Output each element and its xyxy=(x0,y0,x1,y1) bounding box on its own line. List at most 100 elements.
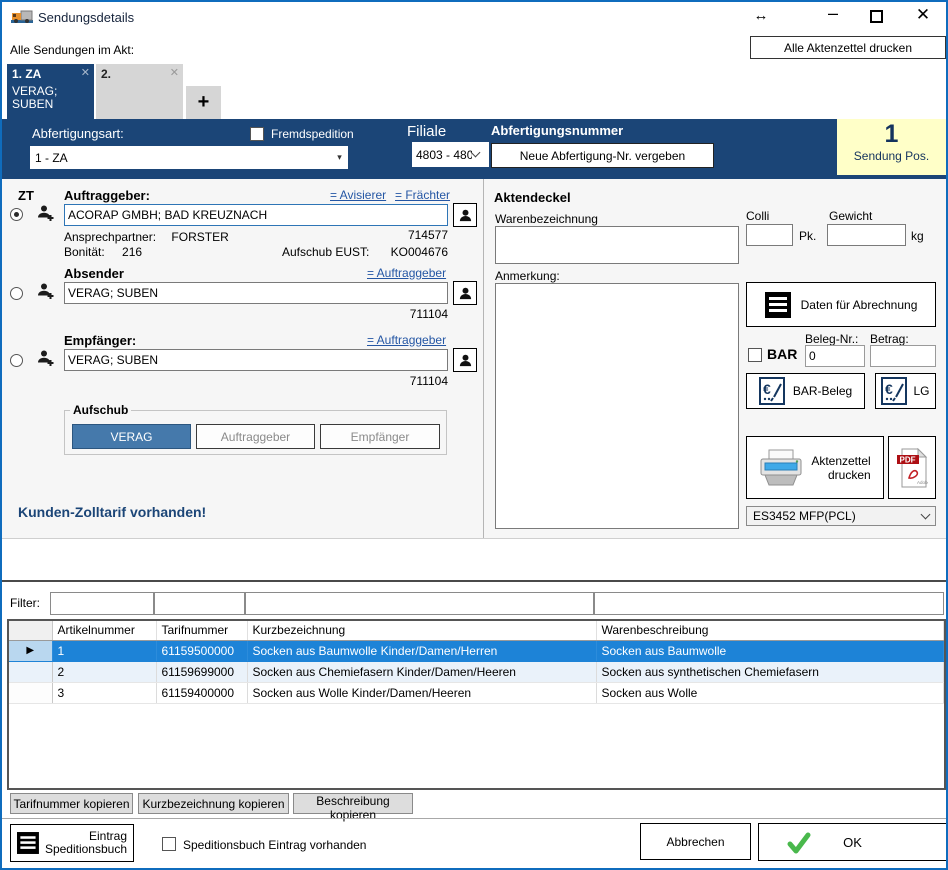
betrag-label: Betrag: xyxy=(870,332,909,346)
bar-checkbox[interactable] xyxy=(748,348,762,362)
lg-button[interactable]: € LG xyxy=(875,373,936,409)
speditionsbuch-checkbox[interactable] xyxy=(162,837,176,851)
column-header-tarifnummer[interactable]: Tarifnummer xyxy=(156,621,247,640)
colli-label: Colli xyxy=(746,209,769,223)
minimize-button[interactable]: – xyxy=(822,3,844,24)
cancel-button[interactable]: Abbrechen xyxy=(640,823,751,860)
copy-tarifnummer-button[interactable]: Tarifnummer kopieren xyxy=(10,793,133,814)
absender-radio[interactable] xyxy=(10,287,23,300)
chevron-down-icon xyxy=(471,148,481,158)
empfaenger-auftraggeber-link[interactable]: = Auftraggeber xyxy=(367,333,446,347)
ansprechpartner-line: Ansprechpartner: FORSTER xyxy=(64,230,229,244)
aufschub-verag-button[interactable]: VERAG xyxy=(72,424,191,449)
fraechter-link[interactable]: = Frächter xyxy=(395,188,450,202)
beleg-nr-input[interactable] xyxy=(805,345,865,367)
person-add-icon[interactable] xyxy=(36,282,55,300)
new-abfertigungsnummer-button[interactable]: Neue Abfertigung-Nr. vergeben xyxy=(491,143,714,168)
warenbezeichnung-textarea[interactable] xyxy=(495,226,739,264)
ok-button[interactable]: OK xyxy=(758,823,947,861)
aufschub-legend: Aufschub xyxy=(70,403,131,417)
empfaenger-radio[interactable] xyxy=(10,354,23,367)
window: Sendungsdetails ↔ – ✕ Alle Aktenzettel d… xyxy=(0,0,948,870)
add-shipment-tab-button[interactable]: + xyxy=(186,86,221,119)
titlebar: Sendungsdetails ↔ – ✕ xyxy=(2,2,946,32)
svg-text:€: € xyxy=(885,381,893,397)
maximize-button[interactable] xyxy=(870,10,883,23)
customs-tariff-note: Kunden-Zolltarif vorhanden! xyxy=(18,504,206,520)
pdf-export-button[interactable]: PDF Adobe xyxy=(888,436,936,499)
gewicht-input[interactable] xyxy=(827,224,906,246)
anmerkung-textarea[interactable] xyxy=(495,283,739,529)
column-header-artikelnummer[interactable]: Artikelnummer xyxy=(52,621,156,640)
absender-auftraggeber-link[interactable]: = Auftraggeber xyxy=(367,266,446,280)
aufschub-eust-value: KO004676 xyxy=(382,245,448,259)
abfertigungsart-value: 1 - ZA xyxy=(35,151,68,165)
tab-close-icon[interactable]: ✕ xyxy=(170,66,179,79)
empfaenger-account-number: 711104 xyxy=(382,374,448,388)
row-selector-cell xyxy=(9,682,52,703)
bonitaet-line: Bonität: 216 xyxy=(64,245,142,259)
cell-tarifnummer: 61159699000 xyxy=(156,661,247,682)
cell-warenbeschreibung: Socken aus synthetischen Chemiefasern xyxy=(596,661,944,682)
filiale-select[interactable]: 4803 - 480 xyxy=(412,142,489,167)
person-add-icon[interactable] xyxy=(36,204,55,222)
cell-tarifnummer: 61159400000 xyxy=(156,682,247,703)
printer-select[interactable]: ES3452 MFP(PCL) xyxy=(746,506,936,526)
billing-data-button[interactable]: Daten für Abrechnung xyxy=(746,282,936,327)
bar-beleg-button[interactable]: € BAR-Beleg xyxy=(746,373,865,409)
billing-data-label: Daten für Abrechnung xyxy=(801,298,918,312)
table-row[interactable]: ▶ 1 61159500000 Socken aus Baumwolle Kin… xyxy=(9,640,944,661)
colli-input[interactable] xyxy=(746,224,793,246)
tab-close-icon[interactable]: ✕ xyxy=(81,66,90,79)
copy-beschreibung-button[interactable]: Beschreibung kopieren xyxy=(293,793,413,814)
bonitaet-value: 216 xyxy=(122,245,142,259)
chevron-down-icon: ▾ xyxy=(331,152,348,163)
table-row[interactable]: 3 61159400000 Socken aus Wolle Kinder/Da… xyxy=(9,682,944,703)
svg-text:€: € xyxy=(763,381,771,397)
window-title: Sendungsdetails xyxy=(38,10,134,25)
print-aktenzettel-button[interactable]: Aktenzettel drucken xyxy=(746,436,884,499)
anmerkung-label: Anmerkung: xyxy=(495,269,560,283)
aufschub-auftraggeber-button[interactable]: Auftraggeber xyxy=(196,424,315,449)
empfaenger-contact-button[interactable] xyxy=(453,348,477,372)
abfertigungsart-select[interactable]: 1 - ZA ▾ xyxy=(30,146,348,169)
filter-artikelnummer-input[interactable] xyxy=(50,592,154,615)
cell-artikelnummer: 2 xyxy=(52,661,156,682)
shipment-tab-2[interactable]: 2. ✕ xyxy=(96,64,183,119)
truck-icon xyxy=(11,9,33,25)
person-add-icon[interactable] xyxy=(36,349,55,367)
absender-contact-button[interactable] xyxy=(453,281,477,305)
column-header-kurzbezeichnung[interactable]: Kurzbezeichnung xyxy=(247,621,596,640)
filter-warenbeschreibung-input[interactable] xyxy=(594,592,944,615)
filter-tarifnummer-input[interactable] xyxy=(154,592,245,615)
absender-label: Absender xyxy=(64,266,124,281)
auftraggeber-contact-button[interactable] xyxy=(453,203,477,227)
aufschub-empfaenger-button[interactable]: Empfänger xyxy=(320,424,440,449)
person-icon xyxy=(458,353,473,368)
person-icon xyxy=(458,208,473,223)
close-button[interactable]: ✕ xyxy=(912,5,934,25)
print-all-aktenzettel-button[interactable]: Alle Aktenzettel drucken xyxy=(750,36,946,59)
avisierer-link[interactable]: = Avisierer xyxy=(330,188,386,202)
fremdspedition-label: Fremdspedition xyxy=(271,127,354,141)
column-header-warenbeschreibung[interactable]: Warenbeschreibung xyxy=(596,621,944,640)
position-count: 1 xyxy=(837,119,946,149)
auftraggeber-account-number: 714577 xyxy=(382,228,448,242)
betrag-input[interactable] xyxy=(870,345,936,367)
filter-kurzbezeichnung-input[interactable] xyxy=(245,592,594,615)
auftraggeber-radio[interactable] xyxy=(10,208,23,221)
fremdspedition-checkbox[interactable] xyxy=(250,127,264,141)
empfaenger-input[interactable] xyxy=(64,349,448,371)
abfertigungsnummer-label: Abfertigungsnummer xyxy=(491,123,623,138)
auftraggeber-input[interactable] xyxy=(64,204,448,226)
table-row[interactable]: 2 61159699000 Socken aus Chemiefasern Ki… xyxy=(9,661,944,682)
speditionsbuch-entry-button[interactable]: Eintrag Speditionsbuch xyxy=(10,824,134,862)
aufschub-group: Aufschub VERAG Auftraggeber Empfänger xyxy=(64,403,447,455)
svg-text:Adobe: Adobe xyxy=(917,480,928,485)
svg-text:PDF: PDF xyxy=(900,455,916,464)
empfaenger-label: Empfänger: xyxy=(64,333,136,348)
shipment-tab-1[interactable]: 1. ZA ✕ VERAG; SUBEN xyxy=(7,64,94,119)
absender-input[interactable] xyxy=(64,282,448,304)
resize-icon[interactable]: ↔ xyxy=(750,7,772,24)
copy-kurzbezeichnung-button[interactable]: Kurzbezeichnung kopieren xyxy=(138,793,289,814)
